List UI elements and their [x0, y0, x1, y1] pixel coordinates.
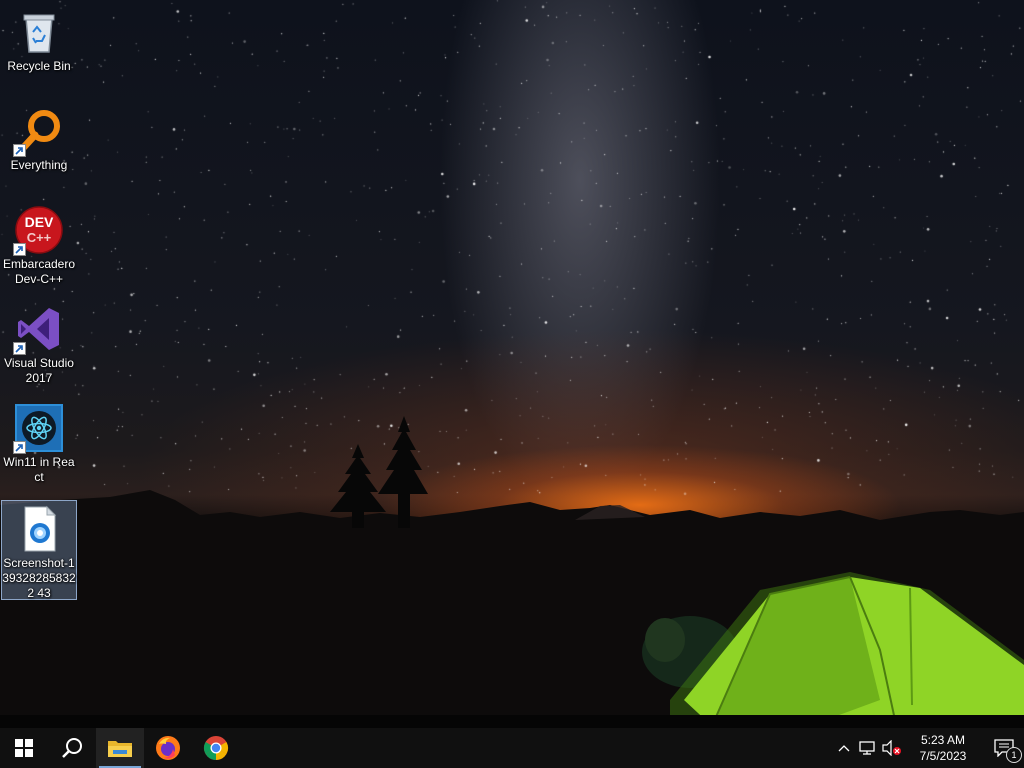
- desktop-icon-visual-studio[interactable]: Visual Studio 2017: [1, 301, 77, 393]
- desktop-icon-win11-react[interactable]: Win11 in React: [1, 400, 77, 492]
- windows-logo-icon: [15, 739, 33, 757]
- desktop-icon-label: Screenshot-1393282858322 43: [2, 556, 76, 600]
- recycle-bin-icon: [15, 8, 63, 56]
- shortcut-arrow-icon: [13, 243, 26, 256]
- show-hidden-icons-button[interactable]: [832, 728, 856, 768]
- visual-studio-icon: [13, 305, 63, 355]
- ground: [0, 715, 1024, 728]
- chrome-button[interactable]: [192, 728, 240, 768]
- file-explorer-button[interactable]: [96, 728, 144, 768]
- firefox-icon: [156, 736, 180, 760]
- taskbar: 5:23 AM 7/5/2023 1: [0, 728, 1024, 768]
- desktop-icon-label: Recycle Bin: [7, 59, 71, 73]
- action-center-button[interactable]: 1: [984, 728, 1024, 768]
- shortcut-arrow-icon: [13, 441, 26, 454]
- svg-text:C++: C++: [27, 230, 52, 245]
- chevron-up-icon: [838, 745, 850, 752]
- notification-count-badge: 1: [1006, 747, 1022, 763]
- dev-cpp-icon: DEV C++: [13, 206, 63, 256]
- shortcut-arrow-icon: [13, 144, 26, 157]
- tree-right: [378, 416, 428, 528]
- desktop-icon-label: Visual Studio 2017: [4, 356, 74, 385]
- start-button[interactable]: [0, 728, 48, 768]
- svg-text:DEV: DEV: [25, 214, 54, 230]
- desktop-icon-dev-cpp[interactable]: DEV C++ Embarcadero Dev-C++: [1, 202, 77, 294]
- bushes-2: [645, 618, 685, 662]
- everything-search-icon: [13, 107, 63, 157]
- firefox-button[interactable]: [144, 728, 192, 768]
- shortcut-arrow-icon: [13, 342, 26, 355]
- clock-date: 7/5/2023: [919, 749, 967, 763]
- landscape-scenery: [0, 416, 1024, 728]
- clock-button[interactable]: 5:23 AM 7/5/2023: [908, 732, 978, 764]
- volume-button[interactable]: [880, 728, 904, 768]
- desktop-icon-label: Embarcadero Dev-C++: [2, 257, 76, 286]
- react-app-icon: [13, 404, 63, 454]
- image-file-icon: [15, 505, 63, 553]
- clock-time: 5:23 AM: [920, 733, 966, 747]
- desktop-icon-label: Win11 in React: [3, 455, 75, 484]
- desktop-icon-everything[interactable]: Everything: [1, 103, 77, 179]
- network-status-button[interactable]: [856, 728, 880, 768]
- desktop-icon-screenshot-file[interactable]: Screenshot-1393282858322 43: [1, 500, 77, 600]
- search-button[interactable]: [48, 728, 96, 768]
- desktop-icon-label: Everything: [10, 158, 68, 172]
- network-icon: [859, 741, 875, 755]
- search-icon: [62, 738, 82, 758]
- folder-icon: [108, 741, 132, 757]
- desktop-wallpaper[interactable]: Recycle Bin Everything DEV C++ Embarcade…: [0, 0, 1024, 728]
- desktop-icon-recycle-bin[interactable]: Recycle Bin: [1, 4, 77, 80]
- volume-muted-icon: [882, 740, 901, 756]
- system-tray: 5:23 AM 7/5/2023 1: [832, 728, 1024, 768]
- chrome-icon: [203, 736, 229, 760]
